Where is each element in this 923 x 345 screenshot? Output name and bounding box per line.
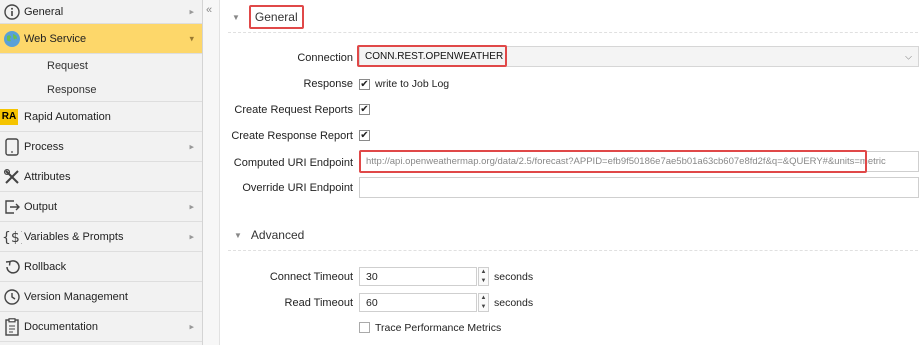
sidebar-item-output[interactable]: Output ▸	[0, 192, 202, 222]
globe-icon	[2, 29, 22, 49]
spin-up-icon[interactable]: ▲	[481, 295, 487, 301]
create-response-report-label: Create Response Report	[231, 130, 353, 142]
general-section-header[interactable]: ▼ General	[232, 5, 304, 29]
chevron-right-icon: ▸	[189, 6, 194, 16]
svg-text:{$}: {$}	[2, 230, 22, 246]
sidebar: General ▸ Web Service ▾ Request Response…	[0, 0, 203, 345]
read-timeout-input[interactable]: 60	[359, 293, 477, 312]
sidebar-item-label: Output	[24, 200, 58, 213]
override-uri-label: Override URI Endpoint	[242, 182, 353, 194]
sidebar-collapse-strip: «	[203, 0, 220, 345]
sidebar-item-process[interactable]: Process ▸	[0, 132, 202, 162]
sidebar-item-label: Web Service	[24, 32, 87, 45]
connection-label: Connection	[297, 52, 353, 64]
section-divider	[228, 250, 918, 251]
read-timeout-unit: seconds	[494, 297, 534, 309]
sidebar-item-web-service[interactable]: Web Service ▾	[0, 24, 202, 54]
ra-badge-icon: RA	[0, 108, 18, 125]
sidebar-item-rollback[interactable]: Rollback	[0, 252, 202, 282]
trace-performance-checkbox[interactable]	[359, 322, 370, 333]
sidebar-subitem-response[interactable]: Response	[0, 78, 202, 102]
sidebar-subitem-request[interactable]: Request	[0, 54, 202, 78]
history-icon	[2, 287, 22, 307]
general-title-highlight: General	[248, 5, 304, 29]
info-icon	[2, 2, 22, 22]
sidebar-item-label: Rapid Automation	[24, 110, 111, 123]
collapse-sidebar-icon[interactable]: «	[206, 4, 212, 16]
main-panel: ▼ General Connection ⌵ CONN.REST.OPENWEA…	[220, 0, 923, 345]
advanced-section-title: Advanced	[250, 228, 305, 242]
advanced-section-header[interactable]: ▼ Advanced	[234, 228, 304, 242]
spin-down-icon[interactable]: ▼	[481, 304, 487, 310]
connection-value: CONN.REST.OPENWEATHER	[357, 45, 507, 67]
chevron-down-icon: ▾	[189, 33, 194, 43]
dollar-icon: {$}	[2, 227, 22, 247]
sidebar-item-label: Process	[24, 140, 64, 153]
general-section-title: General	[254, 10, 298, 24]
sidebar-item-documentation[interactable]: Documentation ▸	[0, 312, 202, 342]
spin-down-icon[interactable]: ▼	[481, 278, 487, 284]
connect-timeout-unit: seconds	[494, 271, 534, 283]
trace-performance-label: Trace Performance Metrics	[375, 322, 502, 334]
chevron-right-icon: ▸	[189, 201, 194, 211]
tools-icon	[2, 167, 22, 187]
sidebar-item-version-management[interactable]: Version Management	[0, 282, 202, 312]
connect-timeout-input[interactable]: 30	[359, 267, 477, 286]
sidebar-item-label: Attributes	[24, 170, 71, 183]
tablet-icon	[2, 137, 22, 157]
computed-uri-label: Computed URI Endpoint	[233, 157, 353, 169]
rollback-icon	[2, 257, 22, 277]
override-uri-input[interactable]	[359, 177, 919, 198]
create-request-reports-label: Create Request Reports	[234, 104, 353, 116]
read-timeout-spinner[interactable]: ▲ ▼	[478, 293, 489, 312]
caret-down-icon: ▼	[232, 12, 240, 22]
sidebar-item-variables-prompts[interactable]: {$} Variables & Prompts ▸	[0, 222, 202, 252]
caret-down-icon: ▼	[234, 230, 242, 240]
sidebar-item-label: Rollback	[24, 260, 67, 273]
computed-uri-highlight	[359, 150, 867, 173]
create-request-reports-checkbox[interactable]: ✔	[359, 104, 370, 115]
sidebar-item-general[interactable]: General ▸	[0, 0, 202, 24]
response-label: Response	[303, 78, 353, 90]
sidebar-item-rapid-automation[interactable]: RA Rapid Automation	[0, 102, 202, 132]
sidebar-item-label: General	[24, 5, 64, 18]
response-write-job-log-checkbox[interactable]: ✔	[359, 79, 370, 90]
output-icon	[2, 197, 22, 217]
sidebar-item-label: Variables & Prompts	[24, 230, 124, 243]
document-icon	[2, 317, 22, 337]
chevron-right-icon: ▸	[189, 321, 194, 331]
create-response-report-checkbox[interactable]: ✔	[359, 130, 370, 141]
chevron-right-icon: ▸	[189, 141, 194, 151]
connect-timeout-spinner[interactable]: ▲ ▼	[478, 267, 489, 286]
sidebar-item-label: Version Management	[24, 290, 128, 303]
section-divider	[228, 32, 918, 33]
sidebar-item-attributes[interactable]: Attributes	[0, 162, 202, 192]
read-timeout-label: Read Timeout	[284, 297, 353, 309]
chevron-down-icon: ⌵	[905, 51, 912, 61]
chevron-right-icon: ▸	[189, 231, 194, 241]
connect-timeout-label: Connect Timeout	[269, 271, 353, 283]
spin-up-icon[interactable]: ▲	[481, 269, 487, 275]
response-checkbox-text: write to Job Log	[375, 78, 450, 90]
sidebar-item-label: Documentation	[24, 320, 98, 333]
